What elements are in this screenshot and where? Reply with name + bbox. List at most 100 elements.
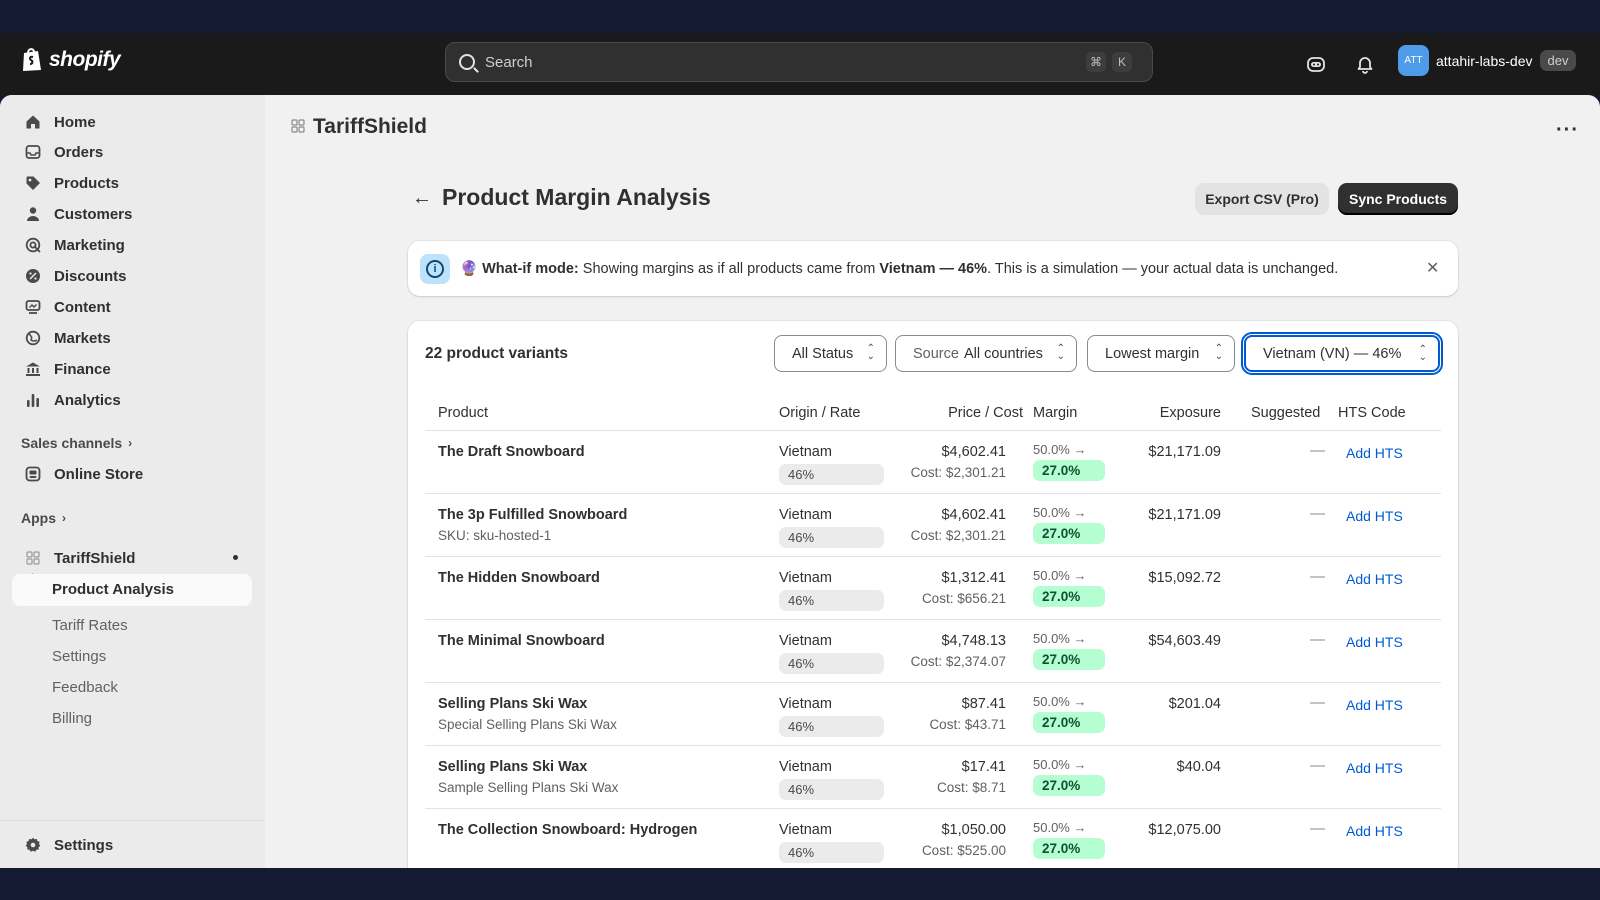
close-icon[interactable]: ✕ [1426, 258, 1439, 278]
cost-value: Cost: $656.21 [921, 591, 1006, 606]
banner-text-1: Showing margins as if all products came … [578, 261, 880, 277]
sidebar-item-label: Analytics [54, 391, 121, 409]
column-header-suggested[interactable]: Suggested [1251, 405, 1320, 421]
sidebar-subitem-billing[interactable]: Billing [52, 710, 92, 727]
status-filter-value: All Status [792, 345, 854, 362]
table-row[interactable]: The Draft Snowboard Vietnam 46% $4,602.41 Co… [425, 431, 1441, 494]
sidebar-item-customers[interactable]: Customers [24, 201, 132, 227]
column-header-product[interactable]: Product [438, 405, 488, 421]
cost-value: Cost: $2,301.21 [910, 465, 1006, 480]
exposure-value: $12,075.00 [1148, 822, 1221, 838]
current-margin: 50.0% → [1033, 820, 1087, 835]
add-hts-link[interactable]: Add HTS [1346, 508, 1403, 524]
crystal-ball-icon: 🔮 [460, 261, 479, 277]
origin-country: Vietnam [779, 507, 832, 523]
page-title: Product Margin Analysis [442, 184, 711, 210]
sidebar-item-marketing[interactable]: Marketing [24, 232, 125, 258]
projected-margin-badge: 27.0% [1033, 586, 1105, 607]
column-header-price-cost[interactable]: Price / Cost [948, 405, 1023, 421]
sidebar-item-discounts[interactable]: Discounts [24, 263, 127, 289]
table-row[interactable]: The Collection Snowboard: Hydrogen Vietna… [425, 809, 1441, 868]
what-if-banner: i 🔮 What-if mode: Showing margins as if … [408, 241, 1458, 296]
info-icon: i [420, 254, 450, 284]
more-actions-icon[interactable]: ··· [1556, 119, 1579, 142]
sidebar-subitem-product-analysis[interactable]: Product Analysis [12, 574, 252, 606]
sidebar-item-finance[interactable]: Finance [24, 356, 111, 382]
sidebar-item-label: TariffShield [54, 549, 136, 567]
origin-country: Vietnam [779, 570, 832, 586]
chevron-right-icon: › [128, 436, 133, 450]
table-row[interactable]: Selling Plans Ski Wax Special Selling Pla… [425, 683, 1441, 746]
search-input[interactable] [485, 53, 1085, 71]
account-menu[interactable]: ATT attahir-labs-dev dev [1398, 45, 1577, 76]
add-hts-link[interactable]: Add HTS [1346, 634, 1403, 650]
sidebar-item-products[interactable]: Products [24, 170, 119, 196]
sidebar-item-label: Online Store [54, 465, 144, 483]
sidekick-icon[interactable] [1304, 52, 1328, 76]
column-header-margin[interactable]: Margin [1033, 405, 1077, 421]
column-header-origin-rate[interactable]: Origin / Rate [779, 405, 860, 421]
sidebar-item-online-store[interactable]: Online Store [24, 461, 143, 487]
globe-icon [24, 329, 42, 347]
table-row[interactable]: The Minimal Snowboard Vietnam 46% $4,748.13… [425, 620, 1441, 683]
tag-icon [24, 174, 42, 192]
sidebar-subitem-tariff-rates[interactable]: Tariff Rates [52, 617, 128, 634]
current-margin: 50.0% → [1033, 631, 1087, 646]
product-subtitle: Sample Selling Plans Ski Wax [438, 780, 619, 795]
back-arrow-icon[interactable]: ← [412, 187, 432, 210]
add-hts-link[interactable]: Add HTS [1346, 697, 1403, 713]
sidebar-item-orders[interactable]: Orders [24, 139, 103, 165]
search-bar[interactable]: ⌘ K [445, 42, 1153, 82]
sidebar-subitem-feedback[interactable]: Feedback [52, 679, 118, 696]
sidebar-item-content[interactable]: Content [24, 294, 111, 320]
cost-value: Cost: $43.71 [929, 717, 1006, 732]
sidebar-item-home[interactable]: Home [24, 109, 96, 135]
sort-select[interactable]: Lowest margin ⌃ ⌄ [1087, 335, 1235, 372]
shopify-logo[interactable]: shopify [21, 47, 121, 72]
add-hts-link[interactable]: Add HTS [1346, 571, 1403, 587]
source-filter-prefix: Source [913, 345, 959, 362]
source-filter-select[interactable]: Source All countries ⌃ ⌄ [895, 335, 1077, 372]
price-value: $1,312.41 [941, 570, 1006, 586]
sidebar-item-label: Discounts [54, 267, 127, 285]
column-header-hts-code[interactable]: HTS Code [1338, 405, 1406, 421]
origin-country: Vietnam [779, 759, 832, 775]
table-row[interactable]: The Hidden Snowboard Vietnam 46% $1,312.41 C… [425, 557, 1441, 620]
brand-wordmark: shopify [49, 47, 121, 71]
sidebar-subitem-settings[interactable]: Settings [52, 648, 106, 665]
exposure-value: $21,171.09 [1148, 444, 1221, 460]
add-hts-link[interactable]: Add HTS [1346, 760, 1403, 776]
app-grid-icon [291, 119, 305, 133]
sidebar-item-tariffshield[interactable]: TariffShield [24, 545, 135, 571]
chevron-updown-icon: ⌃ ⌄ [1418, 344, 1427, 363]
sidebar: Home Orders Products Customers Marketing… [0, 95, 265, 868]
export-csv-button[interactable]: Export CSV (Pro) [1195, 183, 1329, 215]
app-title: TariffShield [313, 115, 427, 138]
bell-icon[interactable] [1353, 52, 1377, 76]
sidebar-item-analytics[interactable]: Analytics [24, 387, 121, 413]
sales-channels-heading[interactable]: Sales channels › [21, 435, 132, 451]
sync-products-button[interactable]: Sync Products [1338, 183, 1458, 215]
bank-icon [24, 360, 42, 378]
apps-heading[interactable]: Apps › [21, 510, 66, 526]
product-name: The Hidden Snowboard [438, 570, 600, 586]
add-hts-link[interactable]: Add HTS [1346, 445, 1403, 461]
chevron-updown-icon: ⌃ ⌄ [1214, 343, 1223, 362]
pin-dot-icon[interactable] [233, 555, 238, 560]
add-hts-link[interactable]: Add HTS [1346, 823, 1403, 839]
column-header-exposure[interactable]: Exposure [1160, 405, 1221, 421]
cost-value: Cost: $8.71 [936, 780, 1006, 795]
sidebar-item-markets[interactable]: Markets [24, 325, 111, 351]
table-row[interactable]: Selling Plans Ski Wax Sample Selling Plan… [425, 746, 1441, 809]
scenario-country-select[interactable]: Vietnam (VN) — 46% ⌃ ⌄ [1244, 335, 1440, 372]
sidebar-item-label: Marketing [54, 236, 125, 254]
status-filter-select[interactable]: All Status ⌃ ⌄ [774, 335, 887, 372]
variant-count: 22 product variants [425, 345, 568, 362]
product-subtitle: SKU: sku-hosted-1 [438, 528, 552, 543]
shopify-bag-icon [23, 48, 41, 71]
projected-margin-badge: 27.0% [1033, 523, 1105, 544]
search-icon [459, 54, 475, 70]
tariff-rate-badge: 46% [779, 527, 884, 548]
table-row[interactable]: The 3p Fulfilled Snowboard SKU: sku-hoste… [425, 494, 1441, 557]
sidebar-item-settings[interactable]: Settings [24, 832, 113, 858]
